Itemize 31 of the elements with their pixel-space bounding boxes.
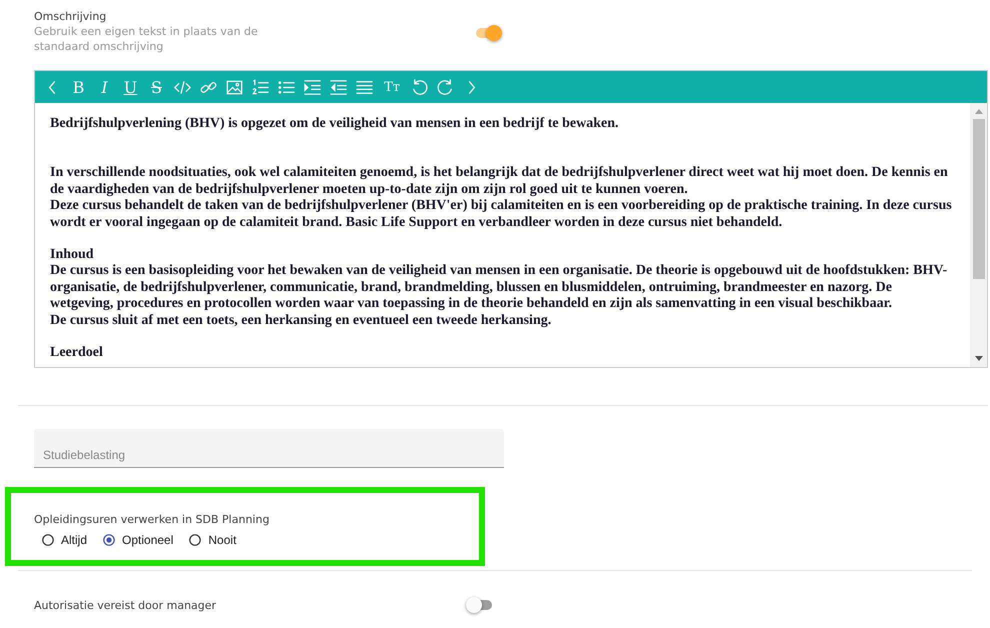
toggle-switch[interactable] [474, 23, 502, 43]
radio-option[interactable]: Optioneel [103, 533, 174, 547]
editor-paragraph: In verschillende noodsituaties, ook wel calamiteiten genoemd, is het belangrijk dat de bedrijfshulpverlener direct weet wat hij moet doen. De kennis en de vaardigheden van de bedrijfshulpverlener moeten up-to-date zijn om zijn rol goed uit te kunnen voeren. Deze cursus behandelt de taken van de bedrijfshulpverlener (BHV'er) bij calamiteiten en is een voorbereiding op de praktische training. In deze cursus wordt er vooral ingegaan op de calamiteit brand. Basic Life Support en verbandleer worden in deze cursus niet behandeld. [50, 165, 953, 232]
radio-icon[interactable] [189, 534, 202, 546]
setting-label: Omschrijving [34, 9, 108, 24]
editor-paragraph: Inhoud De cursus is een basisopleiding voor het bewaken van de veiligheid van mensen in een organisatie. De theorie is opgebouwd uit de hoofdstukken: BHV- organisatie, de bedrijfshulpverlener, communicatie, brand, brandmelding, blussen en blusmiddelen, ontruiming, brandmeester en nazorg. De wetgeving, procedures en protocollen worden waar van toepassing in de theorie behandeld en zijn als samenvatting in een visual beschikbaar. De cursus sluit af met een toets, een herkansing en eventueel een tweede herkansing. [50, 247, 948, 330]
format-button[interactable]: I [95, 78, 114, 96]
radio-icon[interactable] [42, 534, 54, 546]
setting-hint: Gebruik een eigen tekst in plaats van de standaard omschrijving [34, 24, 259, 54]
numbered-list-icon[interactable] [251, 78, 270, 96]
outdent-icon[interactable] [329, 78, 348, 96]
format-button[interactable]: Tт [381, 78, 403, 96]
radio-group-label: Opleidingsuren verwerken in SDB Planning [34, 512, 270, 527]
redo-icon[interactable] [436, 78, 455, 96]
toggle-switch[interactable] [466, 595, 494, 615]
image-icon[interactable] [225, 78, 244, 96]
scrollbar[interactable] [970, 103, 987, 367]
indent-icon[interactable] [303, 78, 322, 96]
input-field[interactable]: Studiebelasting [34, 429, 504, 468]
undo-icon[interactable] [410, 78, 429, 96]
format-button[interactable]: U [121, 78, 140, 96]
format-button[interactable]: S [147, 78, 166, 96]
radio-option[interactable]: Altijd [42, 533, 88, 547]
editor-paragraph: Bedrijfshulpverlening (BHV) is opgezet om de veiligheid van mensen in een bedrijf te bewaken. [50, 116, 620, 132]
editor-paragraph: Leerdoel [50, 345, 104, 362]
scroll-down-icon[interactable] [974, 356, 982, 362]
scroll-up-icon[interactable] [974, 108, 982, 114]
setting-label: Autorisatie vereist door manager [34, 598, 218, 612]
radio-icon[interactable] [103, 534, 116, 546]
format-button[interactable]: B [69, 78, 88, 96]
radio-option[interactable]: Nooit [189, 533, 236, 547]
